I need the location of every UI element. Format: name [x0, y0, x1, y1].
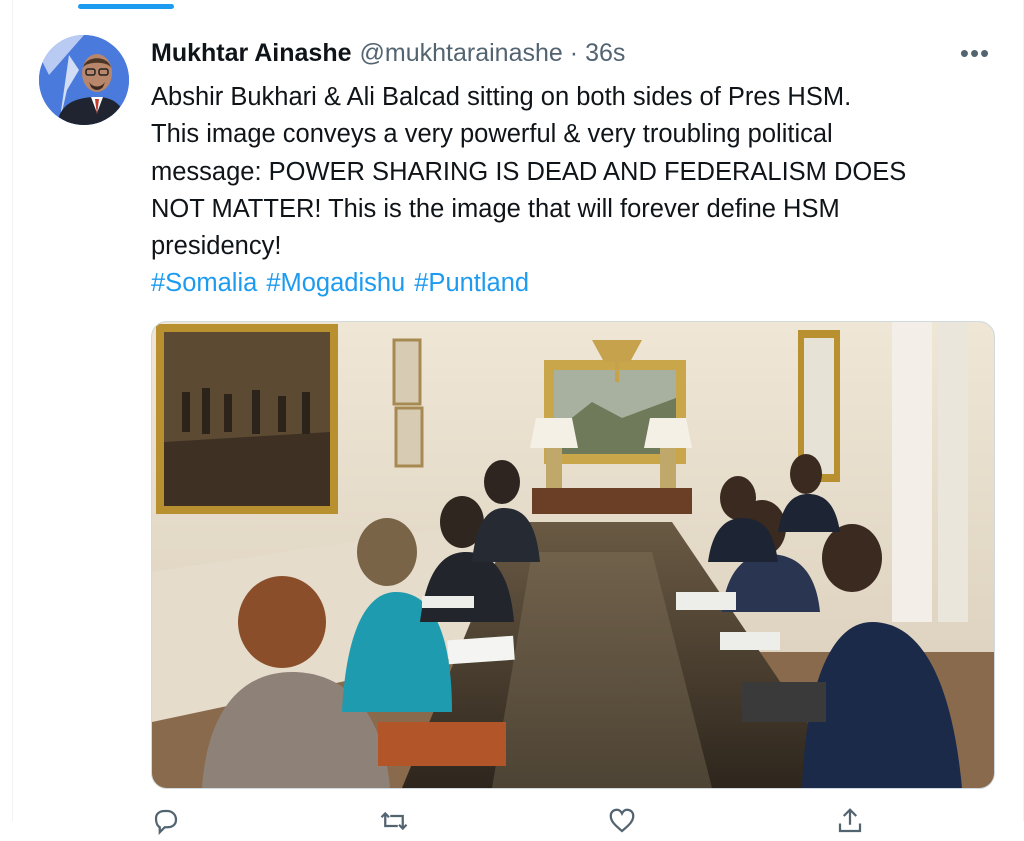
hashtag-link[interactable]: #Mogadishu	[266, 269, 405, 297]
heart-icon	[609, 808, 635, 833]
header-separator: ·	[569, 38, 579, 67]
reply-icon	[154, 809, 178, 835]
like-button[interactable]	[607, 806, 647, 833]
hashtag-link[interactable]: #Puntland	[414, 269, 529, 297]
tweet-text-line: Abshir Bukhari & Ali Balcad sitting on b…	[151, 83, 852, 111]
more-horizontal-icon: •••	[959, 37, 991, 68]
author-handle[interactable]: @mukhtarainashe	[360, 39, 563, 68]
tweet-timestamp[interactable]: 36s	[585, 39, 625, 68]
hashtag-list: #Somalia #Mogadishu #Puntland	[151, 265, 991, 302]
reply-button[interactable]	[151, 806, 191, 835]
hashtag-link[interactable]: #Somalia	[151, 269, 257, 297]
active-tab-indicator	[78, 4, 174, 9]
tweet-text-line: presidency!	[151, 232, 282, 261]
share-icon	[838, 808, 862, 833]
author-display-name[interactable]: Mukhtar Ainashe	[151, 39, 352, 68]
author-avatar[interactable]	[39, 35, 129, 125]
tweet-media-photo[interactable]	[151, 321, 995, 789]
more-options-button[interactable]: •••	[950, 35, 1000, 71]
avatar-photo	[39, 35, 129, 125]
tweet-text-line: NOT MATTER! This is the image that will …	[151, 194, 840, 223]
retweet-button[interactable]	[379, 806, 419, 831]
retweet-icon	[380, 811, 408, 831]
tweet-text-line: This image conveys a very powerful & ver…	[151, 120, 833, 149]
share-button[interactable]	[835, 806, 875, 833]
tweet-text-line: message: POWER SHARING IS DEAD AND FEDER…	[151, 157, 907, 186]
tweet-text: Abshir Bukhari & Ali Balcad sitting on b…	[151, 79, 991, 303]
meeting-room-photo	[152, 322, 994, 788]
tweet-header: Mukhtar Ainashe @mukhtarainashe · 36s	[151, 35, 625, 71]
tweet-action-bar	[151, 806, 993, 835]
